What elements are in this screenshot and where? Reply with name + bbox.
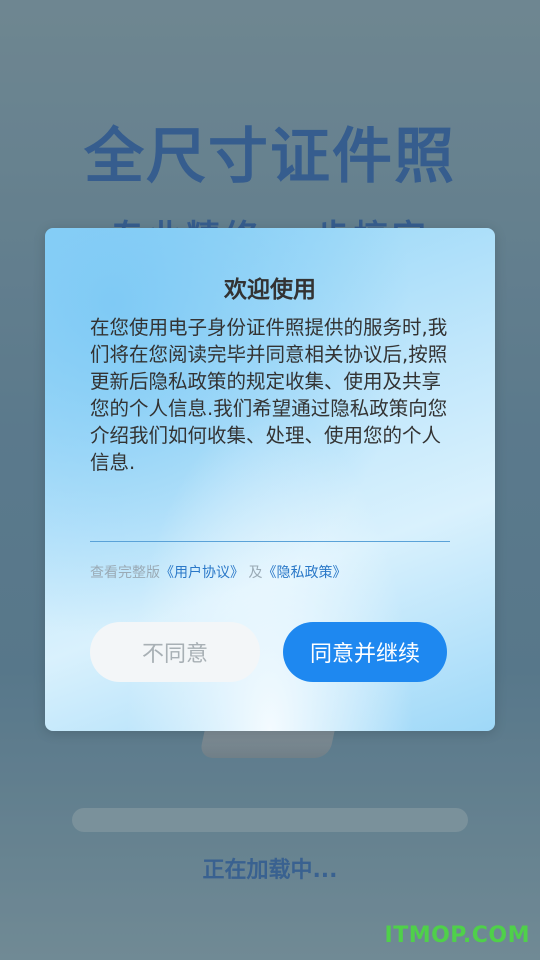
links-and: 及	[248, 565, 263, 581]
privacy-dialog: 欢迎使用 在您使用电子身份证件照提供的服务时,我们将在您阅读完毕并同意相关协议后…	[45, 228, 495, 731]
agreement-links: 查看完整版《用户协议》 及《隐私政策》	[90, 562, 346, 582]
dialog-title: 欢迎使用	[224, 277, 316, 303]
privacy-policy-link[interactable]: 《隐私政策》	[262, 565, 346, 581]
dialog-body-text: 在您使用电子身份证件照提供的服务时,我们将在您阅读完毕并同意相关协议后,按照更新…	[90, 316, 448, 474]
agree-continue-button[interactable]: 同意并继续	[283, 622, 447, 682]
links-prefix: 查看完整版	[90, 565, 160, 581]
dialog-divider	[90, 541, 450, 542]
watermark-logo: ITMOP.COM	[384, 923, 530, 948]
user-agreement-link[interactable]: 《用户协议》	[160, 565, 244, 581]
disagree-button[interactable]: 不同意	[90, 622, 260, 682]
